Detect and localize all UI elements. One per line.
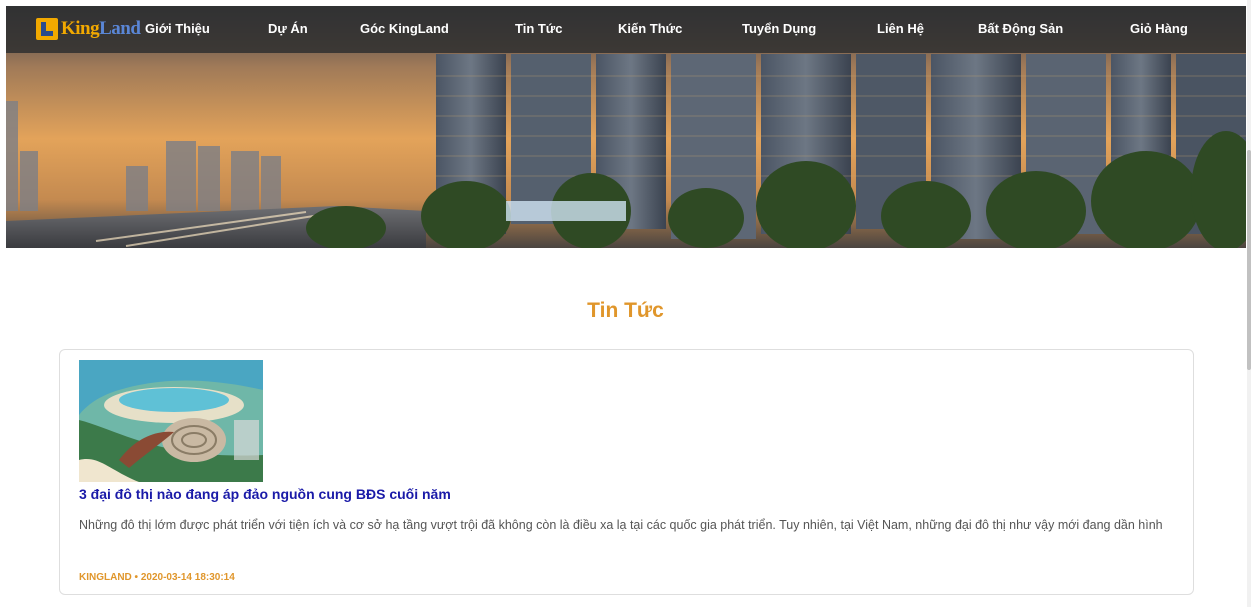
kingland-logo[interactable]: KingLand [36, 16, 141, 42]
nav-item-tuyen-dung[interactable]: Tuyển Dụng [742, 21, 816, 36]
article-meta: KINGLAND • 2020-03-14 18:30:14 [79, 572, 235, 583]
article-description: Những đô thị lớm được phát triển với tiệ… [79, 518, 1163, 532]
nav-item-lien-he[interactable]: Liên Hệ [877, 21, 924, 36]
top-navbar: KingLand Giới Thiệu Dự Án Góc KingLand T… [6, 6, 1246, 53]
article-title-link[interactable]: 3 đại đô thị nào đang áp đảo nguồn cung … [79, 486, 451, 502]
section-title: Tin Tức [587, 299, 664, 322]
logo-wordmark: KingLand [61, 18, 141, 39]
logo-icon [36, 18, 58, 40]
nav-item-kien-thuc[interactable]: Kiến Thức [618, 21, 682, 36]
nav-item-gioi-thieu[interactable]: Giới Thiệu [145, 21, 210, 36]
nav-item-bat-dong-san[interactable]: Bất Động Sản [978, 21, 1063, 36]
nav-item-goc-kingland[interactable]: Góc KingLand [360, 21, 449, 36]
nav-item-gio-hang[interactable]: Giỏ Hàng [1130, 21, 1188, 36]
article-card: 3 đại đô thị nào đang áp đảo nguồn cung … [59, 349, 1194, 595]
island-resort-image [79, 360, 263, 482]
nav-item-tin-tuc[interactable]: Tin Tức [515, 21, 562, 36]
article-thumbnail[interactable] [79, 360, 263, 482]
scrollbar-thumb[interactable] [1247, 150, 1251, 370]
nav-item-du-an[interactable]: Dự Án [268, 21, 308, 36]
